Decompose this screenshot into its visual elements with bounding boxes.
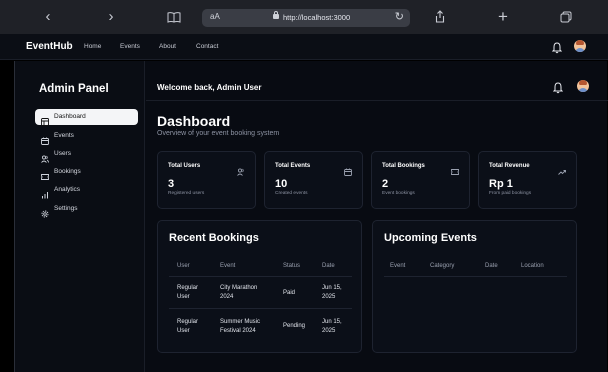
stat-caption: Created events — [275, 191, 308, 196]
stat-caption: Event bookings — [382, 191, 415, 196]
lock-icon — [273, 11, 279, 19]
bell-icon[interactable] — [551, 41, 563, 54]
stat-label: Total Events — [275, 163, 311, 169]
stat-value: Rp 1 — [489, 178, 513, 190]
admin-app: Admin Panel Dashboard Events Users Booki… — [14, 61, 608, 372]
reader-size-button[interactable]: aA — [210, 12, 220, 21]
welcome-text: Welcome back, Admin User — [157, 83, 262, 92]
ticket-icon — [451, 163, 459, 175]
page-title: Dashboard — [157, 113, 231, 129]
users-icon — [237, 163, 245, 176]
sidebar-item-label: Bookings — [54, 168, 81, 175]
sidebar-item-bookings[interactable]: Bookings — [35, 164, 138, 180]
sidebar-item-label: Dashboard — [54, 113, 86, 120]
stat-label: Total Bookings — [382, 163, 425, 169]
column-header-date: Date — [485, 263, 498, 269]
table-divider — [384, 276, 567, 277]
stat-value: 2 — [382, 178, 389, 190]
main-header: Welcome back, Admin User — [146, 61, 608, 101]
calendar-icon — [344, 163, 352, 176]
share-icon[interactable] — [430, 7, 450, 27]
sidebar-item-users[interactable]: Users — [35, 146, 138, 163]
stat-card-total-bookings: Total Bookings 2 Event bookings — [371, 151, 470, 209]
top-navigation: EventHub Home Events About Contact — [0, 34, 608, 60]
stat-caption: From paid bookings — [489, 191, 532, 196]
stat-card-total-users: Total Users 3 Registered users — [157, 151, 256, 209]
url-text: http://localhost:3000 — [283, 13, 351, 22]
booking-status: Paid — [283, 290, 296, 296]
stat-value: 10 — [275, 178, 288, 190]
dashboard-icon — [41, 113, 49, 126]
sidebar: Admin Panel Dashboard Events Users Booki… — [15, 61, 145, 372]
stat-value: 3 — [168, 178, 175, 190]
back-icon[interactable]: ‹ — [38, 7, 58, 27]
brand-logo[interactable]: EventHub — [26, 41, 73, 52]
recent-bookings-panel: Recent Bookings User Event Status Date R… — [157, 220, 362, 353]
gear-icon — [41, 205, 49, 218]
column-header-event: Event — [220, 263, 236, 269]
stat-card-total-events: Total Events 10 Created events — [264, 151, 363, 209]
stat-card-total-revenue: Total Revenue Rp 1 From paid bookings — [478, 151, 577, 209]
stat-caption: Registered users — [168, 191, 205, 196]
panel-title: Upcoming Events — [384, 232, 477, 244]
table-divider — [169, 308, 352, 309]
nav-link-events[interactable]: Events — [120, 43, 140, 50]
calendar-icon — [41, 132, 49, 145]
column-header-user: User — [177, 263, 190, 269]
address-bar[interactable]: aA http://localhost:3000 ↻ — [202, 9, 410, 27]
booking-date: Jun 15, 2025 — [322, 319, 342, 334]
nav-link-home[interactable]: Home — [84, 43, 101, 50]
reload-icon[interactable]: ↻ — [395, 10, 404, 23]
new-tab-icon[interactable]: + — [493, 7, 513, 27]
sidebar-item-label: Users — [54, 150, 71, 157]
sidebar-item-label: Events — [54, 132, 74, 139]
nav-link-contact[interactable]: Contact — [196, 43, 218, 50]
booking-user: Regular User — [177, 319, 199, 334]
book-icon[interactable] — [164, 7, 184, 27]
booking-event: City Marathon 2024 — [220, 285, 258, 300]
column-header-category: Category — [430, 263, 455, 269]
sidebar-item-analytics[interactable]: Analytics — [35, 182, 138, 199]
ticket-icon — [41, 168, 49, 180]
sidebar-item-dashboard[interactable]: Dashboard — [35, 109, 138, 126]
sidebar-item-events[interactable]: Events — [35, 128, 138, 145]
avatar[interactable] — [577, 80, 589, 92]
column-header-location: Location — [521, 263, 544, 269]
booking-event: Summer Music Festival 2024 — [220, 319, 261, 334]
booking-date: Jun 15, 2025 — [322, 285, 342, 300]
avatar[interactable] — [574, 40, 586, 52]
upcoming-events-panel: Upcoming Events Event Category Date Loca… — [372, 220, 577, 353]
column-header-event: Event — [390, 263, 406, 269]
column-header-date: Date — [322, 263, 335, 269]
trending-up-icon — [558, 163, 566, 175]
main-content: Welcome back, Admin User Dashboard Overv… — [146, 61, 608, 372]
nav-link-about[interactable]: About — [159, 43, 176, 50]
bell-icon[interactable] — [552, 81, 564, 94]
booking-user: Regular User — [177, 285, 199, 300]
table-divider — [169, 276, 352, 277]
bar-chart-icon — [41, 186, 49, 199]
column-header-status: Status — [283, 263, 301, 269]
sidebar-title: Admin Panel — [39, 83, 109, 95]
sidebar-item-label: Analytics — [54, 186, 81, 193]
forward-icon[interactable]: › — [101, 7, 121, 27]
panel-title: Recent Bookings — [169, 232, 259, 244]
page-subtitle: Overview of your event booking system — [157, 130, 280, 137]
sidebar-item-settings[interactable]: Settings — [35, 201, 138, 218]
sidebar-item-label: Settings — [54, 205, 78, 212]
users-icon — [41, 150, 49, 163]
stat-label: Total Users — [168, 163, 201, 169]
browser-toolbar: ‹ › aA http://localhost:3000 ↻ + — [0, 0, 608, 34]
tabs-icon[interactable] — [556, 7, 576, 27]
stat-label: Total Revenue — [489, 163, 530, 169]
booking-status: Pending — [283, 323, 306, 329]
